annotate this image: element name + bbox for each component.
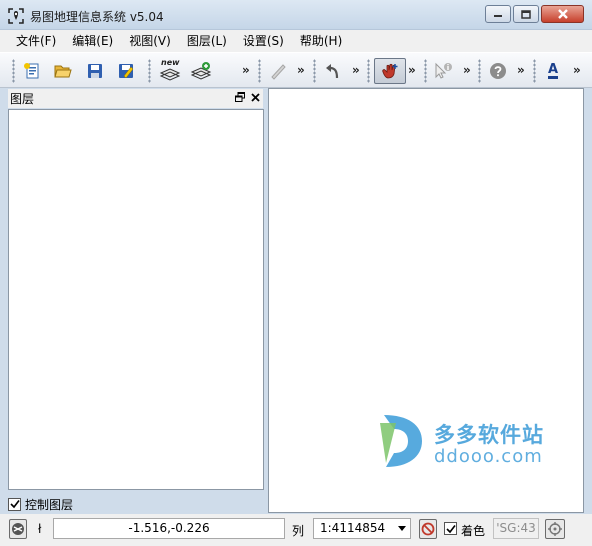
close-panel-button[interactable] — [251, 91, 260, 105]
menu-view[interactable]: 视图(V) — [121, 30, 179, 52]
chevron-down-icon — [398, 526, 406, 531]
toolbar-grip[interactable] — [533, 59, 536, 83]
toolbar-grip[interactable] — [12, 59, 15, 83]
layer-toggle-icon — [12, 523, 24, 535]
close-window-button[interactable] — [541, 5, 584, 23]
menu-help[interactable]: 帮助(H) — [292, 30, 350, 52]
help-button[interactable] — [488, 61, 508, 81]
title-bar: 易图地理信息系统 v5.04 — [0, 0, 592, 30]
color-checkbox[interactable] — [444, 522, 457, 535]
window-title: 易图地理信息系统 v5.04 — [30, 10, 164, 24]
watermark-cn-text: 多多软件站 — [434, 423, 544, 447]
toolbar-grip[interactable] — [258, 59, 261, 83]
new-label: new — [161, 58, 180, 67]
menu-layer[interactable]: 图层(L) — [179, 30, 235, 52]
gps-locate-button[interactable] — [545, 519, 565, 539]
app-logo-icon — [8, 8, 24, 24]
close-icon — [251, 93, 260, 102]
save-disk-icon — [88, 64, 102, 78]
save-button[interactable] — [85, 61, 105, 81]
hand-pan-icon — [382, 63, 398, 79]
new-document-icon — [24, 63, 39, 79]
info-pointer-button[interactable] — [433, 61, 453, 81]
layers-panel-header: 图层 — [8, 89, 263, 108]
pointer-info-icon — [435, 62, 452, 79]
toolbar-overflow-button[interactable]: » — [297, 63, 305, 77]
no-edit-button[interactable] — [419, 519, 437, 539]
control-layers-checkbox[interactable] — [8, 497, 21, 511]
column-label: 列 — [292, 524, 305, 538]
new-layer-button[interactable]: new — [159, 58, 181, 81]
menu-file[interactable]: 文件(F) — [8, 30, 64, 52]
menu-edit[interactable]: 编辑(E) — [64, 30, 121, 52]
add-layer-button[interactable] — [190, 61, 212, 81]
cursor-marker: ł — [38, 522, 42, 536]
open-folder-button[interactable] — [53, 61, 73, 81]
pan-hand-tool[interactable] — [380, 61, 400, 81]
toolbar-grip[interactable] — [148, 59, 151, 83]
save-edit-icon — [119, 64, 134, 79]
toolbar-overflow-button[interactable]: » — [352, 63, 360, 77]
toolbar-overflow-button[interactable]: » — [242, 63, 250, 77]
float-panel-button[interactable] — [235, 91, 245, 105]
toolbar-grip[interactable] — [313, 59, 316, 83]
watermark-url-text: ddooo.com — [434, 446, 543, 467]
layer-status-button[interactable] — [9, 519, 27, 539]
layers-panel-title: 图层 — [10, 92, 35, 106]
help-question-icon — [490, 63, 506, 79]
color-label: 着色 — [461, 524, 486, 538]
scale-value: 1:4114854 — [320, 521, 386, 535]
ddooo-logo-icon — [380, 415, 422, 467]
control-layers-toggle[interactable]: 控制图层 — [8, 495, 73, 513]
minimize-icon — [494, 15, 502, 17]
pencil-icon — [271, 64, 286, 80]
undo-arrow-icon — [326, 64, 339, 79]
toolbar-grip[interactable] — [367, 59, 370, 83]
watermark-logo: 多多软件站 ddooo.com — [378, 413, 558, 469]
coordinates-display: -1.516,-0.226 — [53, 518, 285, 539]
add-layer-icon — [190, 62, 212, 80]
menu-bar: 文件(F) 编辑(E) 视图(V) 图层(L) 设置(S) 帮助(H) — [0, 30, 592, 52]
toolbar-grip[interactable] — [424, 59, 427, 83]
checkmark-icon — [445, 524, 456, 533]
save-as-button[interactable] — [116, 61, 136, 81]
close-icon — [557, 9, 568, 19]
text-a-icon: A — [547, 62, 559, 79]
target-crosshair-icon — [548, 522, 562, 536]
maximize-icon — [521, 9, 531, 19]
folder-open-icon — [54, 65, 72, 78]
toolbar-overflow-button[interactable]: » — [408, 63, 416, 77]
checkmark-icon — [9, 500, 20, 509]
toolbar-overflow-button[interactable]: » — [573, 63, 581, 77]
minimize-button[interactable] — [485, 5, 511, 23]
toolbar: new » » » » » » A » — [0, 52, 592, 88]
undo-button[interactable] — [323, 61, 343, 81]
control-layers-label: 控制图层 — [25, 497, 74, 512]
text-style-button[interactable]: A — [543, 61, 563, 81]
sg-readout: 'SG:43 — [493, 518, 539, 539]
restore-window-icon — [235, 92, 245, 102]
new-document-button[interactable] — [22, 61, 42, 81]
toolbar-grip[interactable] — [478, 59, 481, 83]
maximize-button[interactable] — [513, 5, 539, 23]
layers-list[interactable] — [8, 109, 264, 490]
status-bar: ł -1.516,-0.226 列 1:4114854 着色 'SG:43 — [0, 514, 592, 546]
menu-settings[interactable]: 设置(S) — [235, 30, 292, 52]
pencil-tool-button[interactable] — [268, 61, 288, 81]
scale-select[interactable]: 1:4114854 — [313, 518, 411, 539]
toolbar-overflow-button[interactable]: » — [517, 63, 525, 77]
prohibited-icon — [421, 522, 435, 536]
toolbar-overflow-button[interactable]: » — [463, 63, 471, 77]
